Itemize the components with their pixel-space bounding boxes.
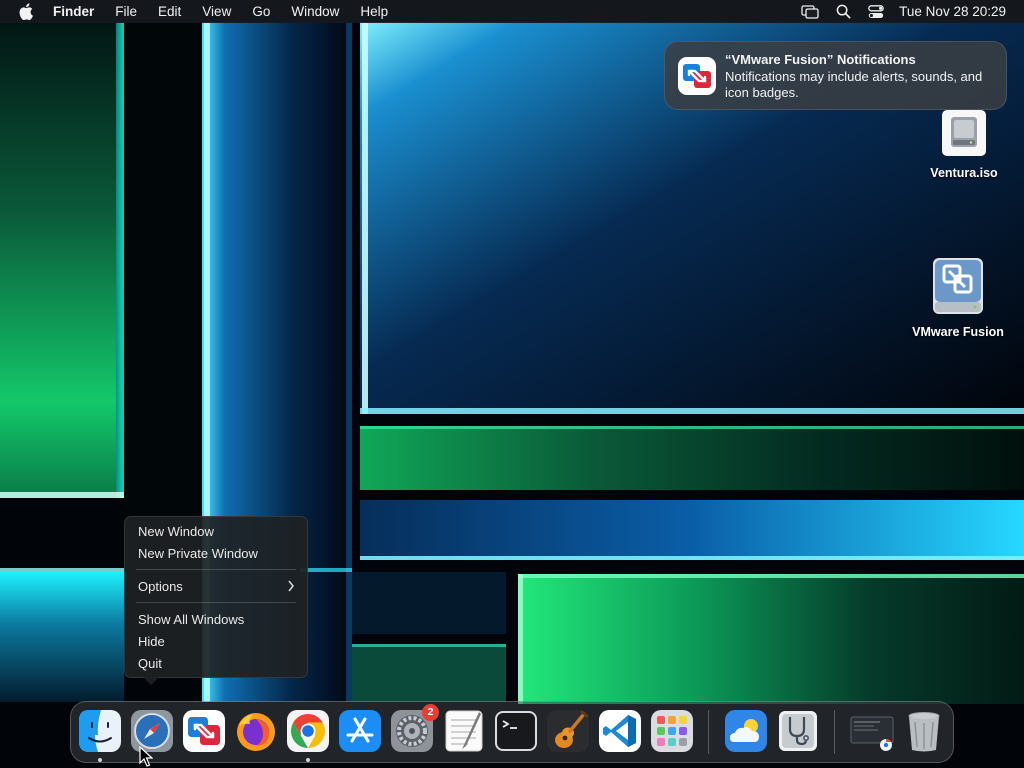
notification-banner[interactable]: “VMware Fusion” Notifications Notificati… [664,41,1007,110]
dock-item-finder[interactable] [78,709,122,753]
dock-item-terminal[interactable] [494,709,538,753]
dock-context-menu: New Window New Private Window Options Sh… [124,516,308,685]
weather-icon [725,710,767,752]
textedit-icon [445,710,483,752]
finder-icon [79,710,121,752]
menu-separator [136,602,296,603]
dock-item-trash[interactable] [902,709,946,753]
dock-item-garageband[interactable] [546,709,590,753]
dock-item-disk-utility[interactable] [776,709,820,753]
dock-item-app-store[interactable] [338,709,382,753]
garageband-icon [547,710,589,752]
downloads-stack-icon [850,716,894,751]
vmware-fusion-volume-icon [929,256,987,316]
disk-image-icon [940,108,988,158]
menu-item-new-private-window[interactable]: New Private Window [138,545,258,563]
terminal-icon [495,711,537,751]
dock-item-vmware-fusion[interactable] [182,709,226,753]
running-indicator [98,758,102,762]
dock-item-firefox[interactable] [234,709,278,753]
menu-bar-status-area: Tue Nov 28 20:29 [786,0,1006,23]
dock-item-chrome[interactable] [286,709,330,753]
app-store-icon [339,710,381,752]
vscode-icon [599,710,641,752]
desktop-icon-ventura-iso[interactable]: Ventura.iso [920,108,1008,180]
dock-separator [708,710,709,754]
screen-mirroring-icon[interactable] [801,4,819,20]
menu-view[interactable]: View [202,4,231,19]
menu-item-quit[interactable]: Quit [138,655,162,673]
dock-item-launchpad[interactable] [650,709,694,753]
vmware-fusion-icon [183,710,225,752]
desktop-icon-label: Ventura.iso [930,166,998,180]
menu-separator [136,569,296,570]
menu-edit[interactable]: Edit [158,4,181,19]
chevron-right-icon [287,579,295,593]
dock-item-downloads-stack[interactable] [850,709,894,753]
running-indicator [306,758,310,762]
menu-help[interactable]: Help [360,4,388,19]
menu-pointer-tail [143,677,159,685]
dock: 2 [70,701,954,763]
apple-menu-icon[interactable] [19,3,33,20]
menu-window[interactable]: Window [291,4,339,19]
vmware-fusion-icon [678,57,716,95]
launchpad-icon [651,710,693,752]
notification-body: Notifications may include alerts, sounds… [725,69,983,100]
menu-item-options[interactable]: Options [138,578,183,596]
trash-icon [908,712,940,752]
menu-finder[interactable]: Finder [53,4,94,19]
firefox-icon [237,713,275,751]
dock-item-vscode[interactable] [598,709,642,753]
desktop-icon-vmware-fusion[interactable]: VMware Fusion [906,256,1010,339]
menu-item-show-all-windows[interactable]: Show All Windows [138,611,244,629]
dock-item-weather[interactable] [724,709,768,753]
dock-item-textedit[interactable] [442,709,486,753]
dock-item-system-settings[interactable]: 2 [390,704,439,753]
notification-title: “VMware Fusion” Notifications [725,52,916,67]
desktop-icon-label: VMware Fusion [912,325,1004,339]
menu-item-new-window[interactable]: New Window [138,523,214,541]
menu-item-hide[interactable]: Hide [138,633,165,651]
mouse-pointer-icon [139,746,153,767]
dock-separator [834,710,835,754]
menu-go[interactable]: Go [252,4,270,19]
menu-file[interactable]: File [115,4,137,19]
chrome-icon [287,710,329,752]
spotlight-search-icon[interactable] [834,4,852,20]
menu-bar-clock[interactable]: Tue Nov 28 20:29 [899,4,1006,19]
notification-badge: 2 [422,704,439,721]
control-center-icon[interactable] [867,4,885,20]
menu-bar: Finder File Edit View Go Window Help Tue… [0,0,1024,23]
disk-utility-icon [779,711,817,751]
